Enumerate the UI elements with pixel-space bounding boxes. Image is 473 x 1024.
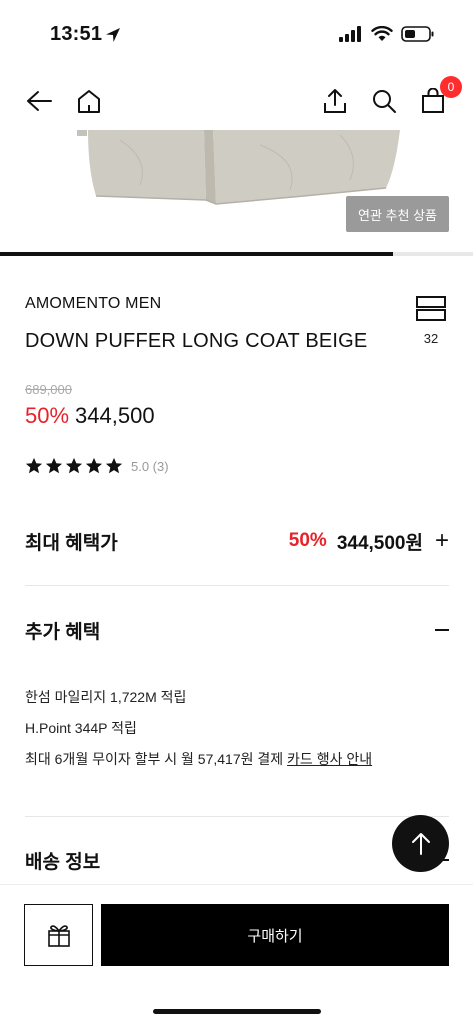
star-icon bbox=[25, 457, 43, 474]
max-benefit-title: 최대 혜택가 bbox=[25, 532, 118, 554]
product-image bbox=[77, 130, 400, 205]
product-name: DOWN PUFFER LONG COAT BEIGE bbox=[25, 330, 368, 352]
wishlist-icon bbox=[416, 296, 446, 321]
rating-text: 5.0 (3) bbox=[131, 458, 169, 474]
carousel-progress bbox=[0, 252, 473, 256]
divider bbox=[25, 816, 449, 817]
home-button[interactable] bbox=[74, 86, 104, 116]
shipping-info-header[interactable]: 배송 정보 bbox=[25, 846, 449, 874]
benefit-mileage: 한섬 마일리지 1,722M 적립 bbox=[25, 689, 187, 705]
max-benefit-row[interactable]: 최대 혜택가 50% 344,500원 + bbox=[25, 527, 449, 555]
nav-bar: 0 bbox=[0, 76, 473, 124]
battery-icon bbox=[401, 26, 434, 42]
related-products-button[interactable]: 연관 추천 상품 bbox=[346, 196, 449, 232]
product-image-carousel[interactable]: 연관 추천 상품 bbox=[0, 130, 473, 254]
installment-text: 최대 6개월 무이자 할부 시 월 57,417원 결제 bbox=[25, 751, 284, 767]
arrow-up-icon bbox=[411, 832, 430, 855]
carousel-progress-fill bbox=[0, 252, 393, 256]
extra-benefit-header[interactable]: 추가 혜택 bbox=[25, 616, 449, 644]
status-bar: 13:51 bbox=[0, 0, 473, 70]
search-button[interactable] bbox=[369, 86, 399, 116]
buy-button[interactable]: 구매하기 bbox=[101, 904, 449, 966]
status-time: 13:51 bbox=[50, 23, 103, 45]
location-arrow-icon bbox=[106, 28, 120, 42]
original-price: 689,000 bbox=[25, 382, 72, 397]
star-icon bbox=[45, 457, 63, 474]
gift-icon bbox=[47, 925, 70, 947]
brand-name[interactable]: AMOMENTO MEN bbox=[25, 295, 161, 313]
discount-rate: 50% bbox=[25, 403, 70, 428]
max-benefit-price: 50% 344,500원 + bbox=[289, 527, 449, 555]
benefit-installment: 최대 6개월 무이자 할부 시 월 57,417원 결제 카드 행사 안내 bbox=[25, 749, 372, 769]
share-icon bbox=[324, 89, 346, 113]
star-icon bbox=[65, 457, 83, 474]
max-benefit-discount: 50% bbox=[288, 530, 327, 551]
star-icon bbox=[105, 457, 123, 474]
home-indicator bbox=[153, 1009, 321, 1014]
wishlist-count: 32 bbox=[423, 331, 439, 346]
sale-price: 344,500 bbox=[75, 403, 155, 428]
wishlist-button[interactable]: 32 bbox=[412, 296, 450, 346]
expand-plus-icon[interactable]: + bbox=[435, 527, 449, 555]
back-arrow-icon bbox=[27, 91, 52, 111]
rating-stars bbox=[25, 457, 123, 475]
star-icon bbox=[85, 457, 103, 474]
max-benefit-amount: 344,500원 bbox=[336, 532, 423, 554]
scroll-top-button[interactable] bbox=[392, 815, 449, 872]
cart-count-badge: 0 bbox=[440, 76, 462, 98]
gift-button[interactable] bbox=[24, 904, 93, 966]
shipping-info-title: 배송 정보 bbox=[25, 851, 101, 873]
divider bbox=[25, 585, 449, 586]
share-button[interactable] bbox=[320, 86, 350, 116]
extra-benefit-title: 추가 혜택 bbox=[25, 621, 101, 643]
benefit-hpoint: H.Point 344P 적립 bbox=[25, 720, 137, 736]
back-button[interactable] bbox=[24, 86, 54, 116]
collapse-minus-icon[interactable] bbox=[435, 629, 449, 631]
cart-button[interactable]: 0 bbox=[418, 76, 462, 116]
wifi-icon bbox=[371, 26, 393, 41]
status-indicators bbox=[339, 26, 435, 42]
sale-price-line: 50% 344,500 bbox=[25, 403, 155, 429]
home-icon bbox=[78, 90, 100, 113]
bottom-action-bar: 구매하기 bbox=[0, 884, 473, 1024]
search-icon bbox=[373, 90, 396, 113]
rating-summary[interactable]: 5.0 (3) bbox=[25, 457, 169, 475]
card-event-link[interactable]: 카드 행사 안내 bbox=[287, 751, 372, 767]
cellular-signal-icon bbox=[339, 26, 361, 42]
